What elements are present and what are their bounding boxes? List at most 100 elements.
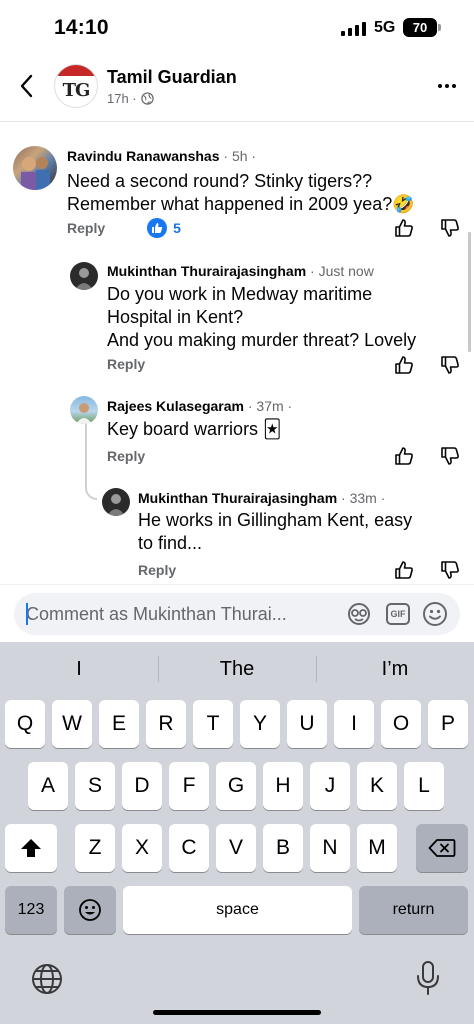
microphone-icon[interactable] [414, 960, 442, 996]
key-h[interactable]: H [263, 762, 303, 810]
downvote-icon[interactable] [440, 446, 460, 466]
comment-author[interactable]: Ravindu Ranawanshas [67, 148, 220, 164]
comment-reply: Rajees Kulasegaram · 37m · Key board war… [0, 392, 474, 472]
key-v[interactable]: V [216, 824, 256, 872]
back-button[interactable] [10, 70, 42, 102]
comment-actions: Reply 5 [67, 218, 181, 238]
comment-header: Rajees Kulasegaram · 37m · [107, 398, 292, 414]
key-s[interactable]: S [75, 762, 115, 810]
key-w[interactable]: W [52, 700, 92, 748]
cellular-signal-icon [341, 22, 366, 36]
keyboard: I The I’m Q W E R T Y U I O P A S D F G … [0, 642, 474, 1024]
vote-controls [394, 218, 460, 238]
key-j[interactable]: J [310, 762, 350, 810]
downvote-icon[interactable] [440, 560, 460, 580]
battery-tip [438, 24, 441, 31]
backspace-key[interactable] [416, 824, 468, 872]
reply-button[interactable]: Reply [138, 562, 176, 578]
suggestion[interactable]: I’m [316, 642, 474, 696]
comment-author[interactable]: Mukinthan Thurairajasingham [138, 490, 337, 506]
comment: Ravindu Ranawanshas · 5h · Need a second… [0, 140, 474, 250]
suggestion[interactable]: I [0, 642, 158, 696]
comment-author[interactable]: Mukinthan Thurairajasingham [107, 263, 306, 279]
key-p[interactable]: P [428, 700, 468, 748]
post-meta: 17h · [107, 91, 154, 106]
avatar[interactable] [102, 488, 130, 516]
key-m[interactable]: M [357, 824, 397, 872]
comment-composer: GIF [0, 584, 474, 642]
key-g[interactable]: G [216, 762, 256, 810]
backspace-icon [428, 839, 456, 857]
avatar[interactable] [70, 262, 98, 290]
avatar[interactable] [70, 396, 98, 424]
key-o[interactable]: O [381, 700, 421, 748]
comment-text-line: Do you work in Medway maritime [107, 284, 373, 304]
comment-actions: Reply [107, 448, 145, 464]
comment-input-container[interactable]: GIF [14, 593, 460, 635]
comment-text-line: Remember what happened in 2009 yea?🤣 [67, 194, 415, 214]
comment-text: He works in Gillingham Kent, easy to fin… [138, 509, 468, 555]
emoji-icon [79, 899, 101, 921]
home-indicator[interactable] [153, 1010, 321, 1015]
return-key[interactable]: return [359, 886, 468, 934]
upvote-icon[interactable] [394, 355, 414, 375]
key-y[interactable]: Y [240, 700, 280, 748]
logo-text: TG [62, 79, 91, 101]
reaction-count: 5 [173, 220, 181, 236]
key-z[interactable]: Z [75, 824, 115, 872]
suggestion[interactable]: The [158, 642, 316, 696]
key-x[interactable]: X [122, 824, 162, 872]
text-cursor [26, 603, 28, 625]
comment-text-line: to find... [138, 533, 203, 553]
comment-text: Do you work in Medway maritime Hospital … [107, 283, 467, 352]
chevron-left-icon [20, 74, 33, 98]
key-u[interactable]: U [287, 700, 327, 748]
upvote-icon[interactable] [394, 446, 414, 466]
key-c[interactable]: C [169, 824, 209, 872]
key-a[interactable]: A [28, 762, 68, 810]
vote-controls [394, 355, 460, 375]
key-r[interactable]: R [146, 700, 186, 748]
shift-key[interactable] [5, 824, 57, 872]
downvote-icon[interactable] [440, 218, 460, 238]
reply-button[interactable]: Reply [107, 356, 145, 372]
more-options-button[interactable] [432, 74, 462, 98]
upvote-icon[interactable] [394, 560, 414, 580]
globe-icon[interactable] [30, 962, 64, 996]
key-b[interactable]: B [263, 824, 303, 872]
comment-time: · Just now [306, 263, 374, 279]
reply-button[interactable]: Reply [67, 220, 105, 236]
comment-reply: Mukinthan Thurairajasingham · Just now D… [0, 256, 474, 381]
page-avatar[interactable]: TG [54, 64, 98, 108]
comment-author[interactable]: Rajees Kulasegaram [107, 398, 244, 414]
key-k[interactable]: K [357, 762, 397, 810]
page-name[interactable]: Tamil Guardian [107, 67, 237, 88]
avatar-sticker-button[interactable] [346, 601, 372, 627]
comment-input[interactable] [26, 593, 344, 635]
key-f[interactable]: F [169, 762, 209, 810]
comment-text-line: Need a second round? Stinky tigers?? [67, 171, 373, 191]
numbers-key[interactable]: 123 [5, 886, 57, 934]
vote-controls [394, 446, 460, 466]
comment-text: Need a second round? Stinky tigers?? Rem… [67, 170, 467, 216]
avatar[interactable] [13, 146, 57, 190]
downvote-icon[interactable] [440, 355, 460, 375]
key-d[interactable]: D [122, 762, 162, 810]
reply-button[interactable]: Reply [107, 448, 145, 464]
comment-actions: Reply [107, 356, 145, 372]
reaction-summary[interactable]: 5 [147, 218, 181, 238]
smiley-icon [423, 602, 447, 626]
space-key[interactable]: space [123, 886, 352, 934]
key-t[interactable]: T [193, 700, 233, 748]
key-l[interactable]: L [404, 762, 444, 810]
upvote-icon[interactable] [394, 218, 414, 238]
emoji-button[interactable] [422, 601, 448, 627]
key-e[interactable]: E [99, 700, 139, 748]
key-i[interactable]: I [334, 700, 374, 748]
key-n[interactable]: N [310, 824, 350, 872]
key-q[interactable]: Q [5, 700, 45, 748]
gif-icon: GIF [386, 603, 410, 625]
gif-button[interactable]: GIF [385, 601, 411, 627]
emoji-key[interactable] [64, 886, 116, 934]
shift-icon [21, 839, 41, 857]
